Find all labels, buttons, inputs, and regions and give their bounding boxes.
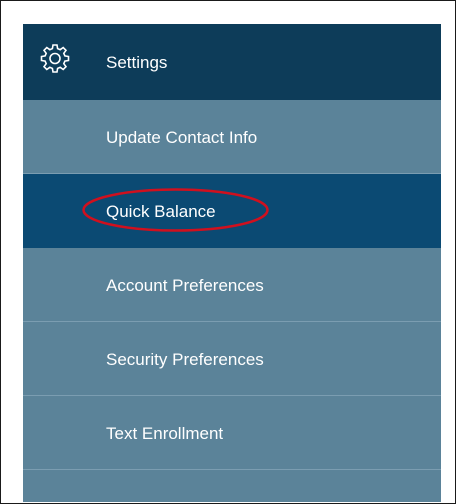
- menu-item-label: Security Preferences: [106, 349, 264, 369]
- highlight-ellipse: [82, 188, 269, 232]
- menu-item-security-preferences[interactable]: Security Preferences: [23, 322, 441, 396]
- settings-menu: Settings Update Contact Info Quick Balan…: [23, 24, 441, 502]
- menu-item-text-enrollment[interactable]: Text Enrollment: [23, 396, 441, 470]
- menu-header-settings[interactable]: Settings: [23, 24, 441, 100]
- menu-item-account-preferences[interactable]: Account Preferences: [23, 248, 441, 322]
- menu-header-label: Settings: [106, 52, 168, 72]
- menu-item-label: Account Preferences: [106, 275, 264, 295]
- menu-item-label: Text Enrollment: [106, 423, 224, 443]
- gear-icon: [40, 44, 70, 73]
- menu-item-update-contact-info[interactable]: Update Contact Info: [23, 100, 441, 174]
- menu-divider: [23, 469, 441, 470]
- menu-item-label: Update Contact Info: [106, 127, 258, 147]
